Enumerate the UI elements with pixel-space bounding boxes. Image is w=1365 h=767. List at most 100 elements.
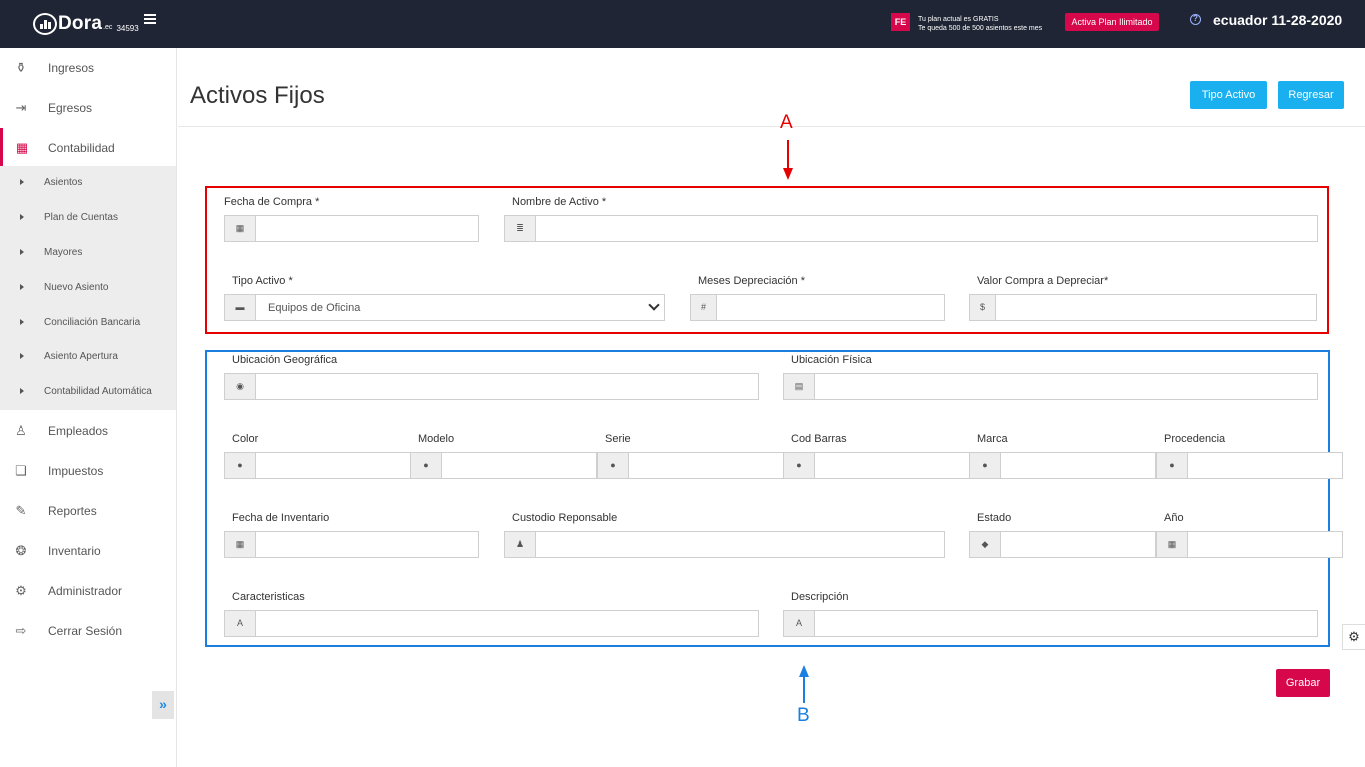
- sidebar-item-contabilidad[interactable]: ▦ Contabilidad: [0, 128, 176, 168]
- caret-right-icon: [20, 319, 24, 325]
- serie-label: Serie: [605, 433, 631, 445]
- caracteristicas-field: A: [224, 610, 759, 637]
- submenu-item-label: Contabilidad Automática: [44, 386, 152, 397]
- descripcion-input[interactable]: [814, 610, 1318, 637]
- custodio-input[interactable]: [535, 531, 945, 558]
- sidebar-item-label: Cerrar Sesión: [48, 624, 123, 638]
- annotation-a-arrow-head: [783, 168, 793, 180]
- info-icon: ●: [597, 452, 628, 479]
- grabar-button[interactable]: Grabar: [1276, 669, 1330, 697]
- serie-input[interactable]: [628, 452, 784, 479]
- caret-right-icon: [20, 284, 24, 290]
- logout-icon: ⇨: [15, 623, 27, 638]
- meses-depreciacion-input[interactable]: [716, 294, 945, 321]
- tipo-activo-button[interactable]: Tipo Activo: [1190, 81, 1267, 109]
- ubicacion-geo-label: Ubicación Geográfica: [232, 354, 338, 366]
- sidebar-item-label: Reportes: [48, 504, 97, 518]
- sidebar-item-label: Inventario: [48, 544, 101, 558]
- sidebar-item-inventario[interactable]: ❂ Inventario: [0, 531, 176, 571]
- fecha-compra-input[interactable]: [255, 215, 479, 242]
- piggy-bank-icon: ⚱: [15, 60, 27, 75]
- chevron-down-icon: [648, 299, 660, 311]
- calendar-icon: ▦: [1156, 531, 1187, 558]
- plan-line-1: Tu plan actual es GRATIS: [918, 16, 999, 23]
- logo[interactable]: Dora .ec 34593: [33, 12, 139, 36]
- sidebar-item-administrador[interactable]: ⚙ Administrador: [0, 571, 176, 611]
- plan-info: Tu plan actual es GRATIS Te queda 500 de…: [918, 15, 1042, 33]
- collapse-sidebar-icon[interactable]: »: [152, 691, 174, 719]
- valor-compra-label: Valor Compra a Depreciar*: [977, 275, 1109, 287]
- sidebar-item-label: Administrador: [48, 584, 123, 598]
- submenu-item-mayores[interactable]: Mayores: [0, 236, 176, 271]
- annotation-a-arrow: [787, 140, 789, 170]
- boxes-icon: ❂: [15, 543, 27, 558]
- marca-input[interactable]: [1000, 452, 1156, 479]
- sidebar-item-label: Impuestos: [48, 464, 104, 478]
- modelo-field: ●: [410, 452, 597, 479]
- custodio-label: Custodio Reponsable: [512, 512, 618, 524]
- ubicacion-fisica-input[interactable]: [814, 373, 1318, 400]
- info-icon: ●: [224, 452, 255, 479]
- divider: [178, 126, 1365, 127]
- info-icon: ●: [1156, 452, 1187, 479]
- sidebar-item-reportes[interactable]: ✎ Reportes: [0, 491, 176, 531]
- settings-gear-icon[interactable]: ⚙: [1342, 624, 1365, 650]
- color-input[interactable]: [255, 452, 411, 479]
- submenu-item-label: Asiento Apertura: [44, 351, 118, 362]
- caret-right-icon: [20, 388, 24, 394]
- modelo-input[interactable]: [441, 452, 597, 479]
- sidebar-item-egresos[interactable]: ⇥ Egresos: [0, 88, 176, 128]
- tipo-activo-field: ▬ Equipos de Oficina: [224, 294, 665, 321]
- procedencia-input[interactable]: [1187, 452, 1343, 479]
- contabilidad-submenu: Asientos Plan de Cuentas Mayores Nuevo A…: [0, 166, 176, 410]
- meses-depreciacion-label: Meses Depreciación *: [698, 275, 805, 287]
- calculator-icon: ▦: [15, 140, 29, 155]
- sidebar-item-ingresos[interactable]: ⚱ Ingresos: [0, 48, 176, 88]
- submenu-item-asiento-apertura[interactable]: Asiento Apertura: [0, 340, 176, 375]
- cod-barras-field: ●: [783, 452, 970, 479]
- activate-plan-button[interactable]: Activa Plan Ilimitado: [1065, 13, 1159, 31]
- ubicacion-fisica-field: ▤: [783, 373, 1318, 400]
- top-bar: Dora .ec 34593 FE Tu plan actual es GRAT…: [0, 0, 1365, 48]
- text-format-icon: A: [783, 610, 814, 637]
- tipo-activo-select[interactable]: Equipos de Oficina: [255, 294, 665, 321]
- nombre-activo-input[interactable]: [535, 215, 1318, 242]
- fecha-inventario-input[interactable]: [255, 531, 479, 558]
- submenu-item-asientos[interactable]: Asientos: [0, 166, 176, 201]
- fecha-compra-label: Fecha de Compra *: [224, 196, 320, 208]
- estado-input[interactable]: [1000, 531, 1156, 558]
- info-icon: ●: [783, 452, 814, 479]
- country-date: ecuador 11-28-2020: [1213, 12, 1343, 28]
- estado-label: Estado: [977, 512, 1012, 524]
- ubicacion-geo-input[interactable]: [255, 373, 759, 400]
- meses-depreciacion-field: #: [690, 294, 945, 321]
- submenu-item-nuevo-asiento[interactable]: Nuevo Asiento: [0, 271, 176, 306]
- text-format-icon: A: [224, 610, 255, 637]
- submenu-item-label: Plan de Cuentas: [44, 212, 118, 223]
- caracteristicas-label: Caracteristicas: [232, 591, 305, 603]
- serie-field: ●: [597, 452, 784, 479]
- caret-right-icon: [20, 249, 24, 255]
- submenu-item-conciliacion-bancaria[interactable]: Conciliación Bancaria: [0, 306, 176, 341]
- fe-badge: FE: [891, 13, 910, 31]
- submenu-item-plan-de-cuentas[interactable]: Plan de Cuentas: [0, 201, 176, 236]
- sidebar-item-empleados[interactable]: ♙ Empleados: [0, 411, 176, 451]
- people-icon: ♙: [15, 423, 27, 438]
- cod-barras-input[interactable]: [814, 452, 970, 479]
- descripcion-label: Descripción: [791, 591, 849, 603]
- submenu-item-label: Mayores: [44, 247, 83, 258]
- caracteristicas-input[interactable]: [255, 610, 759, 637]
- tags-icon: ◆: [969, 531, 1000, 558]
- regresar-button[interactable]: Regresar: [1278, 81, 1344, 109]
- user-icon: ♟: [504, 531, 535, 558]
- annotation-b-arrow: [803, 676, 805, 703]
- gear-icon: ⚙: [15, 583, 27, 598]
- sidebar-item-cerrar-sesion[interactable]: ⇨ Cerrar Sesión: [0, 611, 176, 651]
- valor-compra-input[interactable]: [995, 294, 1317, 321]
- anio-input[interactable]: [1187, 531, 1343, 558]
- sidebar-item-impuestos[interactable]: ❏ Impuestos: [0, 451, 176, 491]
- caret-right-icon: [20, 353, 24, 359]
- menu-icon[interactable]: [144, 14, 156, 24]
- help-icon[interactable]: ?: [1190, 14, 1201, 25]
- submenu-item-contabilidad-automatica[interactable]: Contabilidad Automática: [0, 375, 176, 410]
